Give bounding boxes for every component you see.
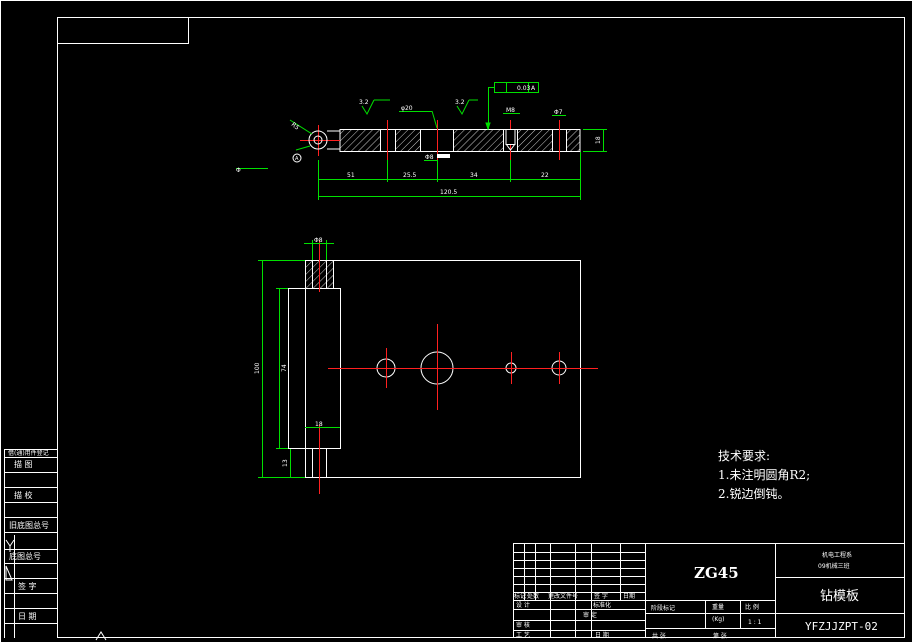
tb-date: 日 期 bbox=[595, 631, 609, 639]
hatch-5 bbox=[566, 129, 580, 152]
dim-22: 22 bbox=[541, 172, 549, 179]
sidebar-label-3: 旧底图总号 bbox=[9, 520, 49, 530]
sidebar-label-5: 签 字 bbox=[18, 581, 37, 591]
dim-120-5: 120.5 bbox=[440, 189, 457, 196]
hatch-3 bbox=[453, 129, 503, 152]
dim-phi8-front: Φ8 bbox=[314, 237, 323, 244]
tb-scale-value: 1 : 1 bbox=[748, 619, 762, 626]
tb-design: 设 计 bbox=[516, 601, 530, 609]
tb-rev-file: 更改文件号 bbox=[548, 592, 578, 600]
tb-approve: 审 定 bbox=[583, 611, 597, 619]
tol-datum: A bbox=[531, 85, 536, 92]
tech-item-1: 1.未注明圆角R2; bbox=[718, 468, 811, 482]
tb-school-1: 机电工程系 bbox=[822, 551, 852, 559]
tb-stage: 阶段标记 bbox=[651, 604, 675, 612]
dim-74: 74 bbox=[281, 364, 288, 372]
tb-rev-date: 日期 bbox=[623, 592, 635, 600]
triangle-marker-icon bbox=[5, 565, 13, 581]
sidebar-label-0: 借(通)用件登记 bbox=[8, 449, 49, 457]
dim-13: 13 bbox=[282, 459, 289, 467]
tech-item-2: 2.锐边倒钝。 bbox=[718, 487, 790, 501]
tb-school-2: 09机械三班 bbox=[818, 562, 850, 570]
rough-1: 3.2 bbox=[359, 99, 369, 106]
tb-check: 审 核 bbox=[516, 621, 530, 629]
section-view bbox=[300, 120, 581, 160]
sidebar-label-6: 日 期 bbox=[18, 612, 37, 621]
tb-drawing-number: YFZJJZPT-02 bbox=[805, 620, 878, 633]
sidebar-label-4: 底图总号 bbox=[9, 551, 41, 561]
dim-thickness: 18 bbox=[595, 136, 602, 144]
front-view bbox=[288, 240, 598, 494]
sidebar-label-2: 描 校 bbox=[14, 490, 33, 500]
tech-requirements: 技术要求: 1.未注明圆角R2; 2.锐边倒钝。 bbox=[718, 447, 810, 504]
dim-100: 100 bbox=[254, 362, 261, 374]
tech-title: 技术要求: bbox=[718, 449, 771, 463]
hatch-4 bbox=[517, 129, 552, 152]
tb-rev-mark: 标记 bbox=[514, 592, 526, 600]
tb-material: ZG45 bbox=[694, 564, 739, 582]
dim-phi8: Φ8 bbox=[425, 154, 434, 161]
ucs-icon bbox=[5, 539, 15, 552]
dim-25-5: 25.5 bbox=[403, 172, 417, 179]
tb-rev-sign: 签 字 bbox=[594, 592, 608, 600]
sidebar-label-1: 描 图 bbox=[14, 459, 33, 469]
tb-part-name: 钻模板 bbox=[820, 589, 859, 604]
tb-scale-label: 比 例 bbox=[745, 603, 759, 611]
dim-phi20: φ20 bbox=[401, 105, 413, 112]
tb-standardize: 标准化 bbox=[593, 601, 611, 609]
corner-box bbox=[57, 17, 189, 44]
tb-rev-count: 处数 bbox=[527, 592, 539, 600]
svg-text:A: A bbox=[295, 156, 299, 162]
tb-weight-unit: (Kg) bbox=[712, 616, 724, 623]
dim-phi7: Φ7 bbox=[554, 109, 563, 116]
dim-m8: M8 bbox=[506, 107, 515, 114]
dim-phi: Φ bbox=[236, 167, 241, 174]
marker-block bbox=[437, 154, 450, 158]
rough-2: 3.2 bbox=[455, 99, 465, 106]
tb-weight: 重量 bbox=[712, 603, 724, 611]
dim-51: 51 bbox=[347, 172, 355, 179]
cad-drawing-canvas: 借(通)用件登记 描 图 描 校 旧底图总号 底图总号 签 字 日 期 A R5… bbox=[0, 0, 913, 643]
hatch-2 bbox=[395, 129, 420, 152]
tb-sheet-total: 共 张 bbox=[652, 632, 666, 640]
hatch-1 bbox=[340, 129, 380, 152]
axis-arrow-icon bbox=[95, 631, 107, 641]
tb-sheet-no: 第 张 bbox=[713, 632, 727, 640]
drawing-frame bbox=[57, 17, 905, 638]
dim-18: 18 bbox=[315, 421, 323, 428]
tb-process: 工 艺 bbox=[516, 631, 530, 639]
dim-34: 34 bbox=[470, 172, 478, 179]
dim-r5: R5 bbox=[290, 121, 301, 132]
tol-value: 0.03 bbox=[517, 85, 531, 92]
